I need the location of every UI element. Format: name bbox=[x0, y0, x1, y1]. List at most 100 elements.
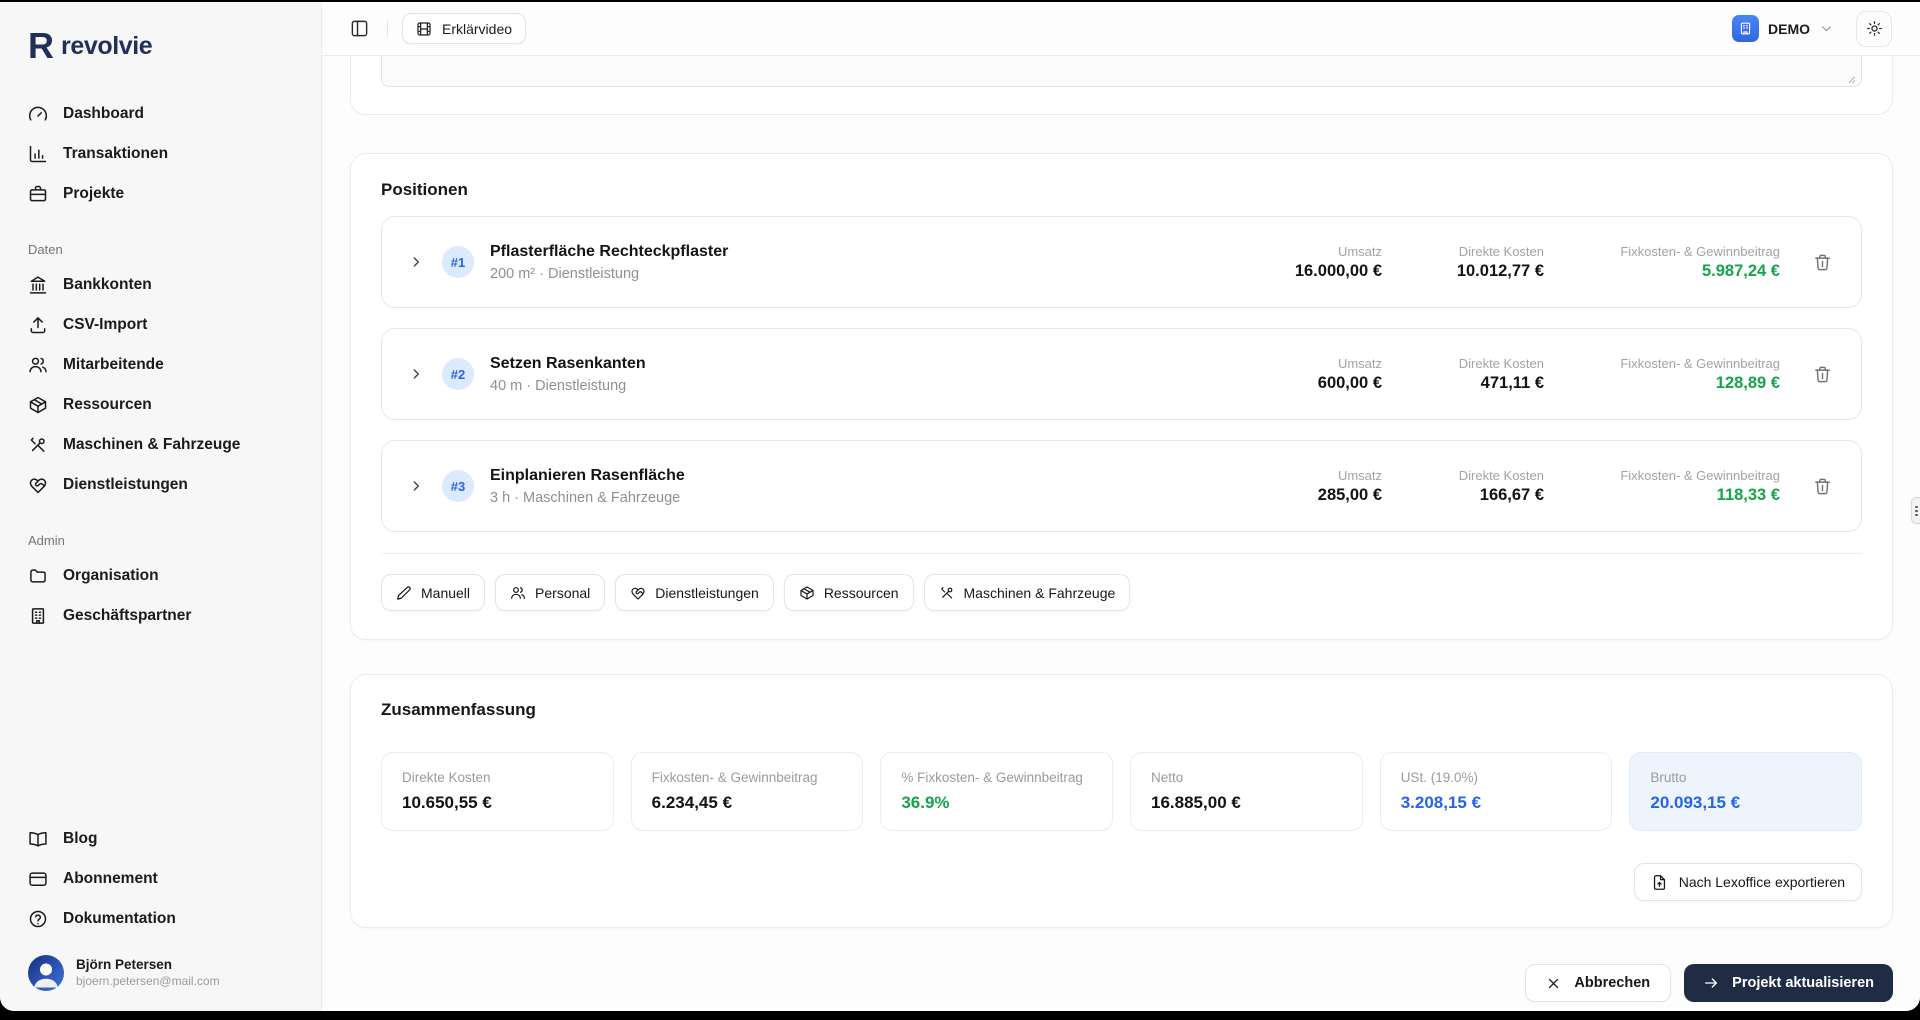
zusammenfassung-card: Zusammenfassung Direkte Kosten 10.650,55… bbox=[350, 674, 1893, 928]
delete-position-button[interactable] bbox=[1810, 362, 1835, 387]
positionen-card: Positionen #1 Pflasterfläche Rechteckpfl… bbox=[350, 153, 1893, 640]
sidebar-section-admin: Admin bbox=[28, 533, 65, 548]
sidebar-item-label: Mitarbeitende bbox=[63, 356, 164, 373]
stat-prozent-fixkosten: % Fixkosten- & Gewinnbeitrag 36.9% bbox=[880, 752, 1114, 831]
sidebar-item-csv-import[interactable]: CSV-Import bbox=[28, 305, 295, 345]
content-scroll-area[interactable]: Positionen #1 Pflasterfläche Rechteckpfl… bbox=[322, 56, 1920, 1011]
stat-label: Direkte Kosten bbox=[402, 770, 491, 785]
book-open-icon bbox=[28, 829, 48, 849]
cancel-button[interactable]: Abbrechen bbox=[1525, 964, 1672, 1002]
delete-position-button[interactable] bbox=[1810, 250, 1835, 275]
brand-logo[interactable]: R revolvie bbox=[28, 28, 295, 64]
package-icon bbox=[28, 395, 48, 415]
topbar-right: DEMO bbox=[1728, 10, 1892, 47]
umsatz-column: Umsatz 600,00 € bbox=[1270, 356, 1382, 393]
sidebar-item-organisation[interactable]: Organisation bbox=[28, 556, 295, 596]
kosten-column: Direkte Kosten 10.012,77 € bbox=[1420, 244, 1544, 281]
gauge-icon bbox=[28, 104, 48, 124]
sidebar-item-projekte[interactable]: Projekte bbox=[28, 174, 295, 214]
beitrag-column: Fixkosten- & Gewinnbeitrag 128,89 € bbox=[1582, 356, 1780, 393]
stat-label: Netto bbox=[1151, 770, 1184, 785]
positionen-title: Positionen bbox=[381, 180, 468, 199]
add-ressourcen-label: Ressourcen bbox=[823, 584, 899, 601]
expand-row-button[interactable] bbox=[406, 476, 426, 496]
bank-icon bbox=[28, 275, 48, 295]
stat-value: 6.234,45 € bbox=[651, 793, 733, 812]
beitrag-column: Fixkosten- & Gewinnbeitrag 118,33 € bbox=[1582, 468, 1780, 505]
sidebar-item-label: Projekte bbox=[63, 185, 125, 202]
position-subtitle: 3 h · Maschinen & Fahrzeuge bbox=[490, 490, 681, 506]
erklaervideo-button[interactable]: Erklärvideo bbox=[402, 13, 527, 44]
sidebar-item-bankkonten[interactable]: Bankkonten bbox=[28, 265, 295, 305]
sidebar-item-mitarbeitende[interactable]: Mitarbeitende bbox=[28, 345, 295, 385]
heart-handshake-icon bbox=[630, 585, 646, 601]
position-row-2: #2 Setzen Rasenkanten 40 m · Dienstleist… bbox=[381, 328, 1862, 420]
brand-logo-icon: R bbox=[28, 25, 54, 66]
stat-brutto: Brutto 20.093,15 € bbox=[1629, 752, 1863, 831]
delete-position-button[interactable] bbox=[1810, 474, 1835, 499]
theme-toggle-button[interactable] bbox=[1856, 10, 1892, 47]
sidebar-item-abonnement[interactable]: Abonnement bbox=[28, 859, 295, 899]
stat-label: % Fixkosten- & Gewinnbeitrag bbox=[901, 770, 1083, 785]
sidebar-item-label: Ressourcen bbox=[63, 396, 152, 413]
textarea-resize-grip[interactable] bbox=[1845, 71, 1856, 82]
sidebar-item-ressourcen[interactable]: Ressourcen bbox=[28, 385, 295, 425]
stat-ust: USt. (19.0%) 3.208,15 € bbox=[1379, 752, 1613, 831]
sidebar-item-blog[interactable]: Blog bbox=[28, 819, 295, 859]
sidebar-item-dienstleistungen[interactable]: Dienstleistungen bbox=[28, 465, 295, 505]
sidebar-item-dokumentation[interactable]: Dokumentation bbox=[28, 899, 295, 939]
briefcase-icon bbox=[28, 184, 48, 204]
position-stats: Umsatz 16.000,00 € Direkte Kosten 10.012… bbox=[1270, 244, 1835, 281]
kosten-value: 10.012,77 € bbox=[1456, 261, 1544, 280]
add-personal-label: Personal bbox=[535, 584, 591, 601]
add-maschinen-button[interactable]: Maschinen & Fahrzeuge bbox=[923, 574, 1131, 611]
org-switcher[interactable]: DEMO bbox=[1728, 11, 1838, 46]
add-manuell-label: Manuell bbox=[421, 584, 471, 601]
stat-netto: Netto 16.885,00 € bbox=[1130, 752, 1363, 831]
avatar bbox=[28, 955, 64, 991]
sidebar-item-label: Bankkonten bbox=[63, 276, 152, 293]
scrollbar-handle[interactable] bbox=[1911, 497, 1920, 524]
sidebar-item-dashboard[interactable]: Dashboard bbox=[28, 94, 295, 134]
add-dienstleistungen-button[interactable]: Dienstleistungen bbox=[615, 574, 774, 611]
position-subtitle: 40 m · Dienstleistung bbox=[490, 378, 627, 394]
export-row: Nach Lexoffice exportieren bbox=[381, 863, 1862, 901]
add-manuell-button[interactable]: Manuell bbox=[381, 574, 486, 611]
kosten-value: 166,67 € bbox=[1479, 485, 1544, 504]
sidebar-item-label: Organisation bbox=[63, 567, 159, 584]
notes-textarea[interactable] bbox=[381, 56, 1862, 87]
upload-icon bbox=[28, 315, 48, 335]
position-number-badge: #3 bbox=[442, 470, 474, 502]
umsatz-label: Umsatz bbox=[1337, 467, 1382, 483]
add-maschinen-label: Maschinen & Fahrzeuge bbox=[963, 584, 1116, 601]
chevron-right-icon bbox=[408, 478, 424, 494]
add-position-buttons: Manuell Personal Dienstleistungen Ressou… bbox=[381, 553, 1862, 611]
update-project-button[interactable]: Projekt aktualisieren bbox=[1684, 964, 1893, 1002]
stat-value: 10.650,55 € bbox=[402, 793, 492, 812]
sidebar-item-geschaeftspartner[interactable]: Geschäftspartner bbox=[28, 596, 295, 636]
erklaervideo-label: Erklärvideo bbox=[442, 20, 513, 37]
user-menu[interactable]: Björn Petersen bjoern.petersen@mail.com bbox=[28, 955, 295, 991]
kosten-column: Direkte Kosten 166,67 € bbox=[1420, 468, 1544, 505]
position-number-badge: #2 bbox=[442, 358, 474, 390]
beitrag-label: Fixkosten- & Gewinnbeitrag bbox=[1620, 243, 1780, 259]
main-area: Erklärvideo DEMO Positionen #1 Pflasterf… bbox=[322, 2, 1920, 1011]
topbar-divider bbox=[387, 20, 388, 37]
sidebar-toggle-button[interactable] bbox=[346, 15, 373, 42]
add-personal-button[interactable]: Personal bbox=[495, 574, 606, 611]
expand-row-button[interactable] bbox=[406, 252, 426, 272]
sidebar-item-transaktionen[interactable]: Transaktionen bbox=[28, 134, 295, 174]
kosten-label: Direkte Kosten bbox=[1458, 355, 1544, 371]
expand-row-button[interactable] bbox=[406, 364, 426, 384]
position-text: Setzen Rasenkanten 40 m · Dienstleistung bbox=[490, 354, 646, 394]
add-ressourcen-button[interactable]: Ressourcen bbox=[783, 574, 914, 611]
credit-card-icon bbox=[28, 869, 48, 889]
lexoffice-export-button[interactable]: Nach Lexoffice exportieren bbox=[1633, 863, 1862, 901]
file-export-icon bbox=[1651, 874, 1668, 891]
sidebar-item-label: Transaktionen bbox=[63, 145, 169, 162]
position-row-1: #1 Pflasterfläche Rechteckpflaster 200 m… bbox=[381, 216, 1862, 308]
user-info: Björn Petersen bjoern.petersen@mail.com bbox=[76, 956, 220, 989]
sidebar-item-maschinen-fahrzeuge[interactable]: Maschinen & Fahrzeuge bbox=[28, 425, 295, 465]
chevron-right-icon bbox=[408, 366, 424, 382]
